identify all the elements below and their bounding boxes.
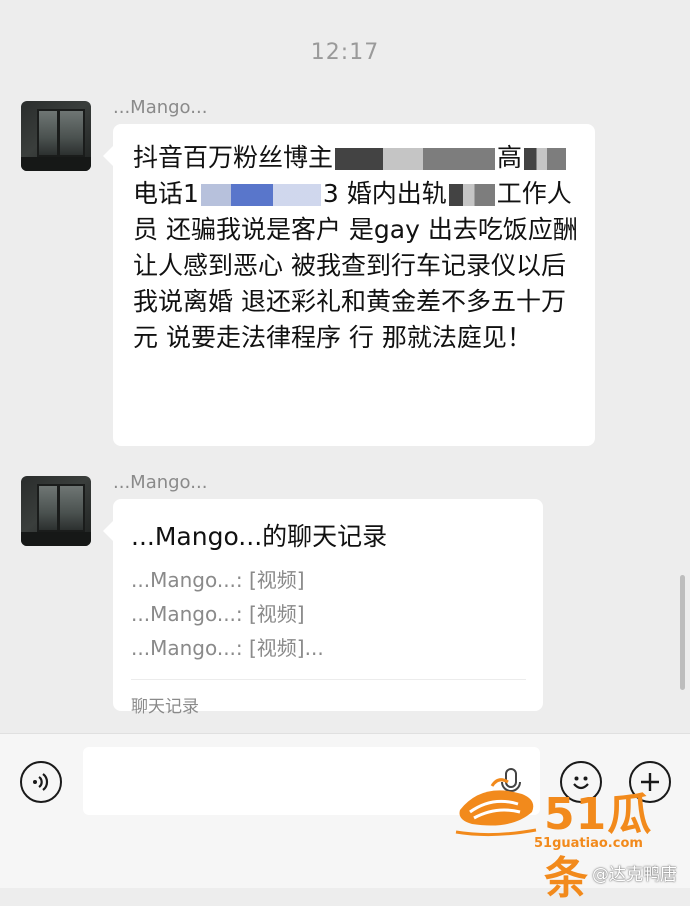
avatar[interactable] xyxy=(21,101,91,171)
message-text-part: 抖音百万粉丝博主 xyxy=(133,143,334,172)
chat-record-line: ...Mango...: [视频] xyxy=(131,568,305,592)
avatar-window-image xyxy=(37,109,85,157)
chat-record-title: ...Mango...的聊天记录 xyxy=(131,522,388,551)
redacted-block xyxy=(448,184,495,206)
chat-record-line: ...Mango...: [视频]... xyxy=(131,636,324,660)
avatar-window-image xyxy=(37,484,85,532)
chat-record-line: ...Mango...: [视频] xyxy=(131,602,305,626)
message-text-part: 3 婚内出轨 xyxy=(322,179,447,208)
voice-icon xyxy=(33,773,49,791)
voice-button[interactable] xyxy=(20,761,62,803)
redacted-block xyxy=(335,148,496,170)
watermark-weibo: @达克鸭唐 xyxy=(592,865,677,885)
chat-record-card[interactable]: ...Mango...的聊天记录 ...Mango...: [视频] ...Ma… xyxy=(103,499,543,717)
watermark-logo-icon xyxy=(455,778,537,837)
message-text-part: 电话1 xyxy=(133,179,199,208)
message-text-part: 高 xyxy=(497,143,523,172)
message-text: 抖音百万粉丝博主 高电话1 3 婚内出轨 工作人员 还骗我说是客户 是gay 出去吃饭… xyxy=(133,140,578,356)
watermark: 51瓜条 51guatiao.com @达克鸭唐 xyxy=(452,772,688,904)
sender-name: ...Mango... xyxy=(113,97,208,118)
watermark-url: 51guatiao.com xyxy=(534,836,643,851)
sender-name: ...Mango... xyxy=(113,472,208,493)
redacted-block xyxy=(524,148,567,170)
redacted-block xyxy=(200,184,321,206)
chat-record-footer: 聊天记录 xyxy=(131,679,526,717)
avatar[interactable] xyxy=(21,476,91,546)
message-bubble[interactable]: 抖音百万粉丝博主 高电话1 3 婚内出轨 工作人员 还骗我说是客户 是gay 出去吃饭… xyxy=(103,124,595,446)
scrollbar[interactable] xyxy=(680,575,685,690)
timestamp: 12:17 xyxy=(310,40,380,65)
